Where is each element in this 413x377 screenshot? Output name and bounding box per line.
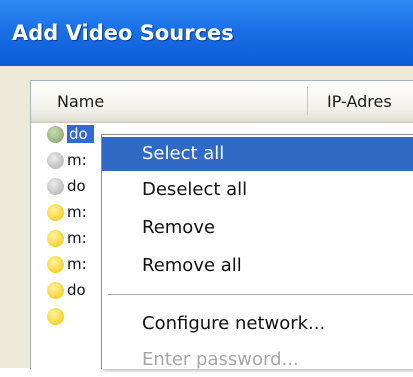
column-header-ip[interactable]: IP-Adres — [327, 92, 392, 111]
list-item-name: m: — [67, 229, 87, 247]
list-item-name: m: — [67, 151, 87, 169]
title-bar[interactable]: Add Video Sources — [0, 0, 413, 66]
status-warning-icon — [47, 204, 64, 221]
list-item-name: m: — [67, 255, 87, 273]
status-warning-icon — [47, 230, 64, 247]
menu-item-label: Remove — [142, 217, 216, 238]
list-item-name: do — [67, 281, 86, 299]
status-warning-icon — [47, 308, 64, 325]
list-item-name: do — [67, 177, 86, 195]
list-item-name: do — [67, 125, 94, 143]
status-warning-icon — [47, 256, 64, 273]
menu-item-deselect-all[interactable]: Deselect all — [102, 173, 413, 207]
menu-item-label: Enter password... — [142, 349, 299, 370]
menu-item-remove[interactable]: Remove — [102, 211, 413, 245]
status-online-icon — [47, 126, 64, 143]
menu-item-label: Deselect all — [142, 179, 248, 200]
menu-item-label: Remove all — [142, 255, 242, 276]
menu-separator — [108, 294, 413, 295]
context-menu: Select all Deselect all Remove Remove al… — [101, 134, 413, 370]
column-separator[interactable] — [307, 87, 308, 115]
menu-item-remove-all[interactable]: Remove all — [102, 249, 413, 283]
column-header-name[interactable]: Name — [57, 92, 104, 111]
menu-item-configure-network[interactable]: Configure network... — [102, 307, 413, 341]
menu-item-label: Select all — [142, 143, 225, 164]
status-offline-icon — [47, 152, 64, 169]
menu-item-enter-password: Enter password... — [102, 343, 413, 377]
list-item-name: m: — [67, 203, 87, 221]
status-warning-icon — [47, 282, 64, 299]
status-offline-icon — [47, 178, 64, 195]
list-header: Name IP-Adres — [31, 81, 413, 123]
window-title: Add Video Sources — [12, 21, 234, 45]
menu-item-select-all[interactable]: Select all — [102, 137, 413, 171]
menu-item-label: Configure network... — [142, 313, 326, 334]
